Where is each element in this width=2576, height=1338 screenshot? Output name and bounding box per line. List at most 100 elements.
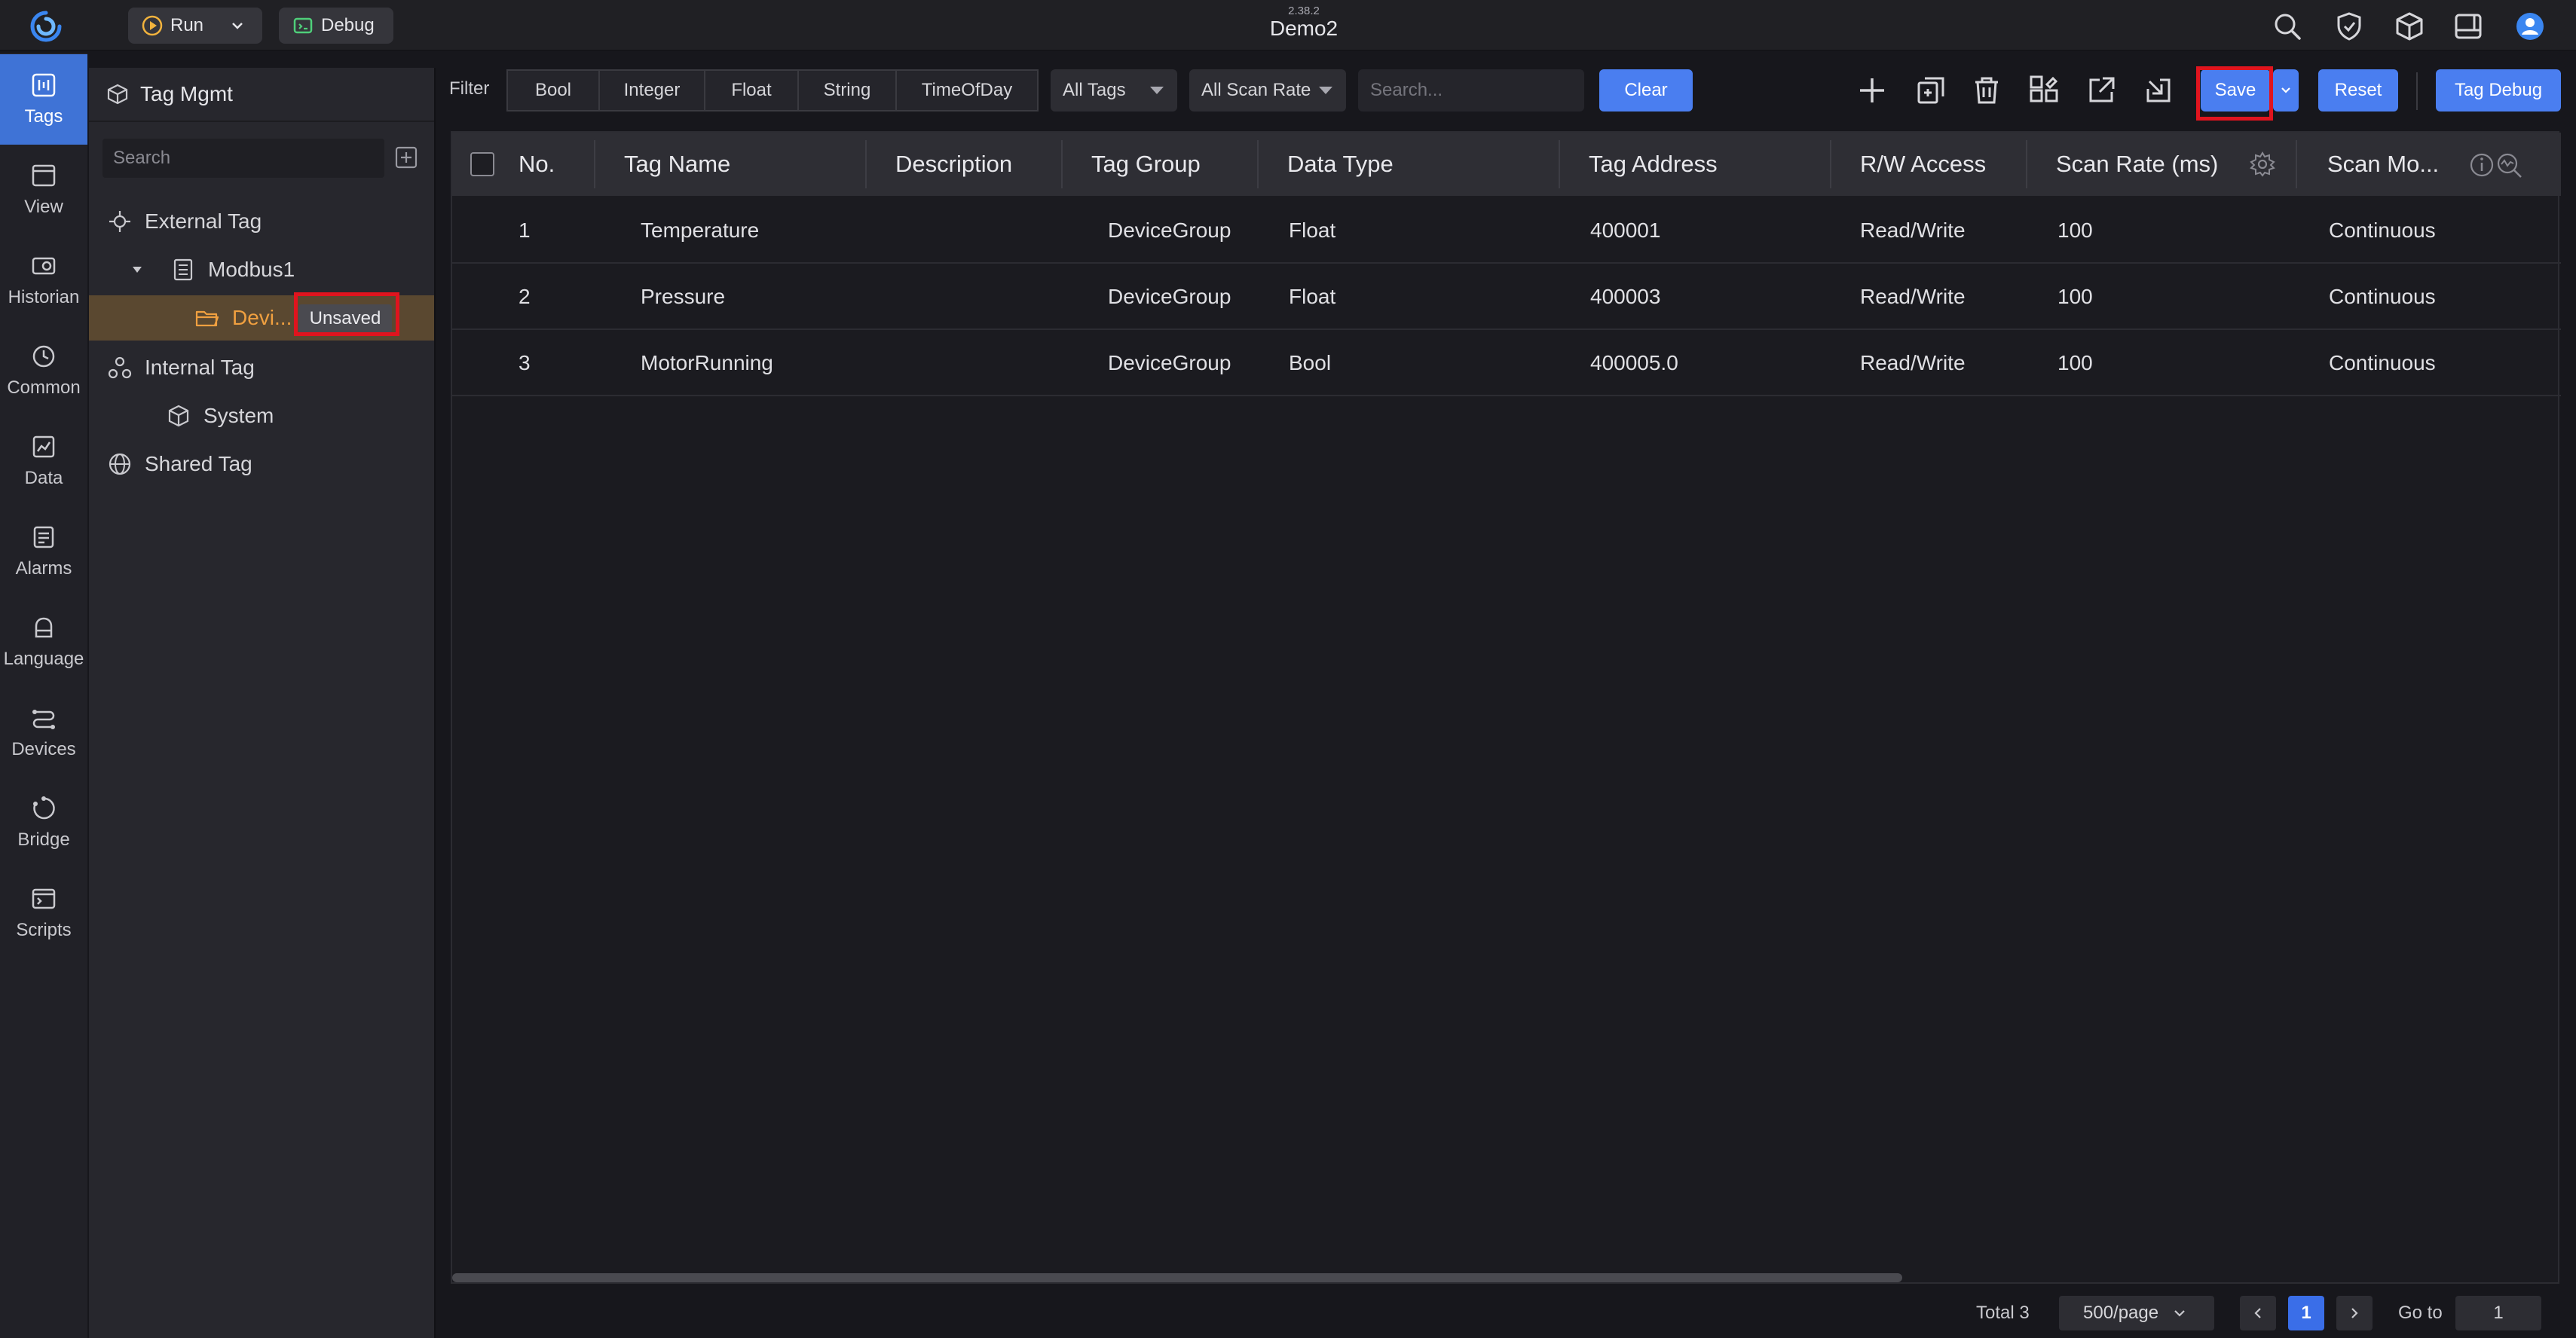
search-zoom-icon[interactable]: [2495, 151, 2523, 179]
rail-item-view[interactable]: View: [0, 145, 87, 235]
col-separator[interactable]: [594, 140, 595, 188]
folder-open-icon: [194, 305, 232, 331]
rail-item-devices[interactable]: Devices: [0, 687, 87, 777]
rail-item-scripts[interactable]: Scripts: [0, 868, 87, 958]
tag-debug-button[interactable]: Tag Debug: [2436, 69, 2561, 112]
rail-item-common[interactable]: Common: [0, 325, 87, 416]
cell-scan-rate[interactable]: 100: [2057, 264, 2093, 330]
all-scan-rate-select[interactable]: All Scan Rate: [1189, 69, 1346, 112]
reset-button[interactable]: Reset: [2318, 69, 2398, 112]
add-folder-icon[interactable]: [393, 145, 419, 170]
tag-search-input[interactable]: Search...: [1358, 69, 1584, 112]
tree-item-device-group-label[interactable]: Devi...: [194, 297, 292, 339]
filter-integer[interactable]: Integer: [600, 71, 705, 110]
cell-tag-address[interactable]: 400003: [1590, 264, 1660, 330]
rail-item-alarms[interactable]: Alarms: [0, 506, 87, 597]
tree-item-internal-tag[interactable]: Internal Tag: [107, 347, 255, 389]
delete-icon[interactable]: [1970, 74, 2003, 107]
col-tag-group[interactable]: Tag Group: [1091, 133, 1201, 196]
info-icon[interactable]: [2469, 152, 2495, 178]
copy-icon[interactable]: [1914, 74, 1947, 107]
cell-scan-mode[interactable]: Continuous: [2329, 264, 2436, 330]
tree-item-shared-tag[interactable]: Shared Tag: [107, 443, 252, 485]
col-separator[interactable]: [1830, 140, 1831, 188]
save-dropdown-button[interactable]: [2273, 69, 2299, 112]
goto-page-input[interactable]: 1: [2455, 1296, 2541, 1330]
debug-button[interactable]: Debug: [279, 8, 393, 44]
col-scan-mode[interactable]: Scan Mo...: [2327, 133, 2439, 196]
col-description[interactable]: Description: [895, 133, 1012, 196]
cell-scan-mode[interactable]: Continuous: [2329, 197, 2436, 264]
horizontal-scrollbar[interactable]: [452, 1273, 1902, 1282]
cell-tag-name[interactable]: Pressure: [641, 264, 725, 330]
tree-label: System: [203, 404, 274, 427]
batch-edit-icon[interactable]: [2027, 74, 2060, 107]
next-page-button[interactable]: [2336, 1296, 2373, 1330]
cell-tag-name[interactable]: MotorRunning: [641, 330, 773, 396]
cell-scan-rate[interactable]: 100: [2057, 197, 2093, 264]
prev-page-button[interactable]: [2240, 1296, 2276, 1330]
rail-item-tags[interactable]: Tags: [0, 54, 87, 145]
cell-rw-access[interactable]: Read/Write: [1860, 264, 1966, 330]
cell-tag-name[interactable]: Temperature: [641, 197, 759, 264]
filter-timeofday[interactable]: TimeOfDay: [897, 71, 1037, 110]
user-avatar-icon[interactable]: [2514, 11, 2546, 42]
cell-rw-access[interactable]: Read/Write: [1860, 330, 1966, 396]
table-row[interactable]: 2 Pressure DeviceGroup Float 400003 Read…: [452, 264, 2561, 330]
col-separator[interactable]: [1559, 140, 1560, 188]
col-separator[interactable]: [2296, 140, 2297, 188]
cell-scan-rate[interactable]: 100: [2057, 330, 2093, 396]
col-tag-name[interactable]: Tag Name: [624, 133, 730, 196]
table-row[interactable]: 3 MotorRunning DeviceGroup Bool 400005.0…: [452, 330, 2561, 396]
search-icon[interactable]: [2272, 11, 2303, 42]
page-number-current[interactable]: 1: [2288, 1296, 2324, 1330]
col-data-type[interactable]: Data Type: [1287, 133, 1394, 196]
chevron-left-icon: [2251, 1306, 2265, 1320]
cell-scan-mode[interactable]: Continuous: [2329, 330, 2436, 396]
filter-bool[interactable]: Bool: [508, 71, 600, 110]
cell-data-type[interactable]: Float: [1289, 264, 1335, 330]
col-scan-rate[interactable]: Scan Rate (ms): [2056, 133, 2218, 196]
col-tag-address[interactable]: Tag Address: [1589, 133, 1718, 196]
col-separator[interactable]: [865, 140, 867, 188]
settings-gear-icon[interactable]: [2249, 151, 2276, 178]
col-separator[interactable]: [2026, 140, 2027, 188]
rail-item-data[interactable]: Data: [0, 416, 87, 506]
package-icon[interactable]: [2394, 11, 2425, 42]
cell-tag-address[interactable]: 400001: [1590, 197, 1660, 264]
table-row[interactable]: 1 Temperature DeviceGroup Float 400001 R…: [452, 197, 2561, 264]
tree-item-system[interactable]: System: [166, 395, 274, 437]
col-separator[interactable]: [1061, 140, 1063, 188]
select-all-checkbox[interactable]: [470, 152, 494, 176]
tree-search-input[interactable]: Search: [102, 139, 384, 178]
cell-tag-group[interactable]: DeviceGroup: [1108, 264, 1231, 330]
cell-data-type[interactable]: Float: [1289, 197, 1335, 264]
rail-item-language[interactable]: Language: [0, 597, 87, 687]
cell-tag-address[interactable]: 400005.0: [1590, 330, 1678, 396]
caret-down-icon[interactable]: [131, 264, 155, 276]
rail-item-bridge[interactable]: Bridge: [0, 777, 87, 868]
rail-item-historian[interactable]: Historian: [0, 235, 87, 325]
cell-rw-access[interactable]: Read/Write: [1860, 197, 1966, 264]
cell-tag-group[interactable]: DeviceGroup: [1108, 197, 1231, 264]
run-button[interactable]: Run: [128, 8, 262, 44]
col-rw-access[interactable]: R/W Access: [1860, 133, 1986, 196]
add-icon[interactable]: [1856, 74, 1889, 107]
export-icon[interactable]: [2085, 74, 2118, 107]
col-no[interactable]: No.: [519, 133, 555, 196]
page-size-select[interactable]: 500/page: [2059, 1296, 2214, 1330]
chevron-down-icon[interactable]: [231, 19, 244, 32]
cell-data-type[interactable]: Bool: [1289, 330, 1331, 396]
tree-item-modbus1[interactable]: Modbus1: [131, 249, 295, 291]
shield-icon[interactable]: [2333, 11, 2365, 42]
clear-button[interactable]: Clear: [1599, 69, 1693, 112]
all-tags-select[interactable]: All Tags: [1051, 69, 1177, 112]
tree-item-external-tag[interactable]: External Tag: [107, 200, 262, 243]
filter-string[interactable]: String: [799, 71, 897, 110]
col-separator[interactable]: [1257, 140, 1259, 188]
cell-tag-group[interactable]: DeviceGroup: [1108, 330, 1231, 396]
import-icon[interactable]: [2142, 74, 2175, 107]
layout-icon[interactable]: [2452, 11, 2484, 42]
filter-float[interactable]: Float: [705, 71, 799, 110]
caret-down-icon: [1317, 84, 1334, 96]
